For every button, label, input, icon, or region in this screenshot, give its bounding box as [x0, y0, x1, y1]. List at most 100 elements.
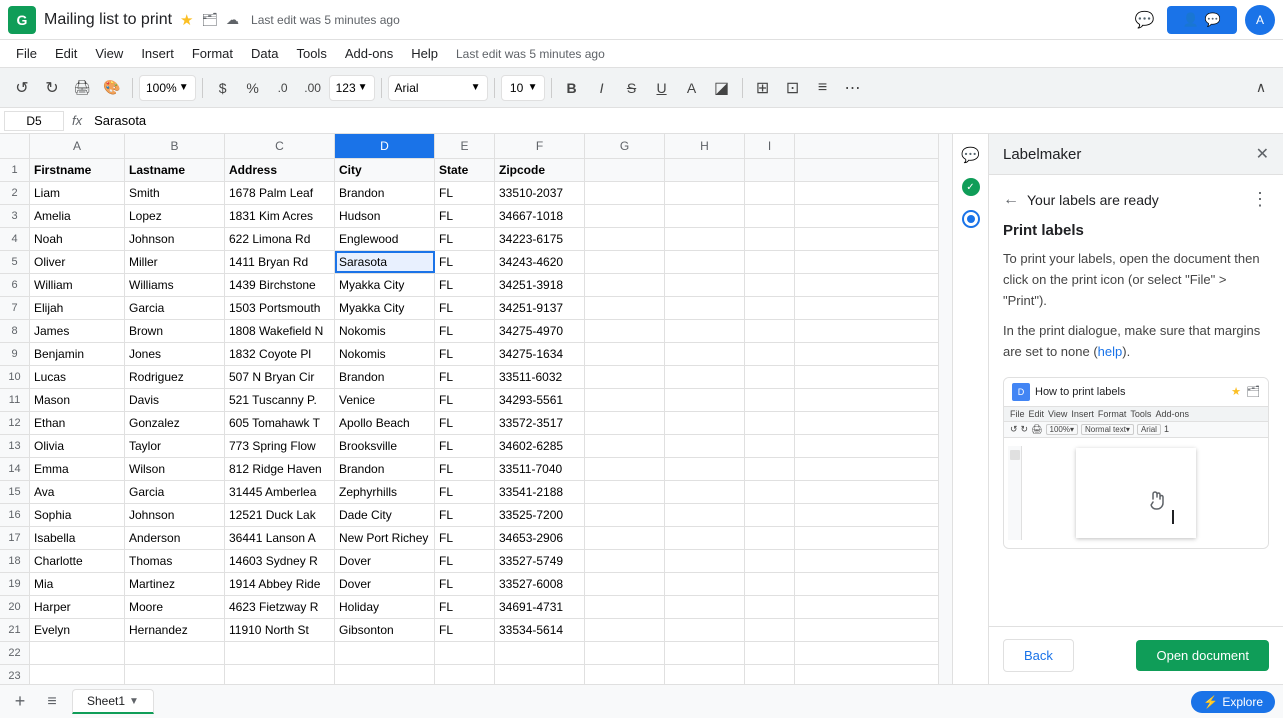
cell-g17[interactable] — [585, 527, 665, 549]
star-icon[interactable]: ★ — [180, 11, 193, 29]
row-num[interactable]: 12 — [0, 412, 30, 434]
cell-c10[interactable]: 507 N Bryan Cir — [225, 366, 335, 388]
cell-d14[interactable]: Brandon — [335, 458, 435, 480]
cell-c14[interactable]: 812 Ridge Haven — [225, 458, 335, 480]
back-button[interactable]: Back — [1003, 639, 1074, 672]
row-num[interactable]: 10 — [0, 366, 30, 388]
borders-button[interactable]: ⊞ — [749, 74, 777, 102]
cell-e7[interactable]: FL — [435, 297, 495, 319]
decimal-less-button[interactable]: .00 — [299, 74, 327, 102]
formula-input[interactable] — [90, 113, 1279, 128]
cell-i5[interactable] — [745, 251, 795, 273]
col-header-g[interactable]: G — [585, 134, 665, 158]
font-size-dropdown[interactable]: 10 ▼ — [501, 75, 545, 101]
cell-i9[interactable] — [745, 343, 795, 365]
cell-b17[interactable]: Anderson — [125, 527, 225, 549]
cell-f2[interactable]: 33510-2037 — [495, 182, 585, 204]
row-num[interactable]: 6 — [0, 274, 30, 296]
cell-g1[interactable] — [585, 159, 665, 181]
cell-g8[interactable] — [585, 320, 665, 342]
menu-edit[interactable]: Edit — [47, 44, 85, 63]
cell-c18[interactable]: 14603 Sydney R — [225, 550, 335, 572]
cell-a1[interactable]: Firstname — [30, 159, 125, 181]
cell-b12[interactable]: Gonzalez — [125, 412, 225, 434]
cell-g15[interactable] — [585, 481, 665, 503]
cell-c4[interactable]: 622 Limona Rd — [225, 228, 335, 250]
col-header-f[interactable]: F — [495, 134, 585, 158]
menu-data[interactable]: Data — [243, 44, 286, 63]
cell-h11[interactable] — [665, 389, 745, 411]
comments-icon[interactable]: 💬 — [1131, 6, 1159, 34]
avatar[interactable]: A — [1245, 5, 1275, 35]
cell-c17[interactable]: 36441 Lanson A — [225, 527, 335, 549]
cell-i16[interactable] — [745, 504, 795, 526]
cell-a21[interactable]: Evelyn — [30, 619, 125, 641]
cell-e16[interactable]: FL — [435, 504, 495, 526]
cell-h19[interactable] — [665, 573, 745, 595]
cell-b18[interactable]: Thomas — [125, 550, 225, 572]
merge-button[interactable]: ⊡ — [779, 74, 807, 102]
cell-h4[interactable] — [665, 228, 745, 250]
cell-d8[interactable]: Nokomis — [335, 320, 435, 342]
cell-h10[interactable] — [665, 366, 745, 388]
cell-f8[interactable]: 34275-4970 — [495, 320, 585, 342]
cell-i20[interactable] — [745, 596, 795, 618]
cell-b22[interactable] — [125, 642, 225, 664]
cell-f3[interactable]: 34667-1018 — [495, 205, 585, 227]
cell-e20[interactable]: FL — [435, 596, 495, 618]
cell-h1[interactable] — [665, 159, 745, 181]
cell-a15[interactable]: Ava — [30, 481, 125, 503]
back-arrow-icon[interactable]: ← — [1003, 191, 1019, 209]
cell-g4[interactable] — [585, 228, 665, 250]
cell-i19[interactable] — [745, 573, 795, 595]
cell-d6[interactable]: Myakka City — [335, 274, 435, 296]
font-dropdown[interactable]: Arial ▼ — [388, 75, 488, 101]
cell-f1[interactable]: Zipcode — [495, 159, 585, 181]
cell-i12[interactable] — [745, 412, 795, 434]
underline-button[interactable]: U — [648, 74, 676, 102]
cell-d10[interactable]: Brandon — [335, 366, 435, 388]
cell-c1[interactable]: Address — [225, 159, 335, 181]
cell-c15[interactable]: 31445 Amberlea — [225, 481, 335, 503]
cell-f15[interactable]: 33541-2188 — [495, 481, 585, 503]
cell-a14[interactable]: Emma — [30, 458, 125, 480]
cell-g21[interactable] — [585, 619, 665, 641]
row-num[interactable]: 14 — [0, 458, 30, 480]
cell-h7[interactable] — [665, 297, 745, 319]
row-num[interactable]: 9 — [0, 343, 30, 365]
row-num[interactable]: 11 — [0, 389, 30, 411]
cell-d21[interactable]: Gibsonton — [335, 619, 435, 641]
cell-h23[interactable] — [665, 665, 745, 684]
circle-icon[interactable] — [958, 206, 984, 232]
cell-f17[interactable]: 34653-2906 — [495, 527, 585, 549]
menu-tools[interactable]: Tools — [288, 44, 334, 63]
cell-b3[interactable]: Lopez — [125, 205, 225, 227]
cell-e5[interactable]: FL — [435, 251, 495, 273]
cell-d7[interactable]: Myakka City — [335, 297, 435, 319]
cell-g14[interactable] — [585, 458, 665, 480]
cell-h2[interactable] — [665, 182, 745, 204]
cell-f5[interactable]: 34243-4620 — [495, 251, 585, 273]
cell-b4[interactable]: Johnson — [125, 228, 225, 250]
row-num[interactable]: 13 — [0, 435, 30, 457]
cell-a12[interactable]: Ethan — [30, 412, 125, 434]
cell-c6[interactable]: 1439 Birchstone — [225, 274, 335, 296]
cell-c20[interactable]: 4623 Fietzway R — [225, 596, 335, 618]
row-num[interactable]: 20 — [0, 596, 30, 618]
cell-c13[interactable]: 773 Spring Flow — [225, 435, 335, 457]
more-toolbar-button[interactable]: ⋯ — [839, 74, 867, 102]
cell-b9[interactable]: Jones — [125, 343, 225, 365]
cell-a4[interactable]: Noah — [30, 228, 125, 250]
cell-e17[interactable]: FL — [435, 527, 495, 549]
row-num-1[interactable]: 1 — [0, 159, 30, 181]
cell-e14[interactable]: FL — [435, 458, 495, 480]
cell-e19[interactable]: FL — [435, 573, 495, 595]
cell-d3[interactable]: Hudson — [335, 205, 435, 227]
cell-g12[interactable] — [585, 412, 665, 434]
cell-a20[interactable]: Harper — [30, 596, 125, 618]
sheet-list-button[interactable]: ≡ — [40, 690, 64, 714]
cell-g16[interactable] — [585, 504, 665, 526]
cell-c5[interactable]: 1411 Bryan Rd — [225, 251, 335, 273]
cell-d12[interactable]: Apollo Beach — [335, 412, 435, 434]
cell-d2[interactable]: Brandon — [335, 182, 435, 204]
